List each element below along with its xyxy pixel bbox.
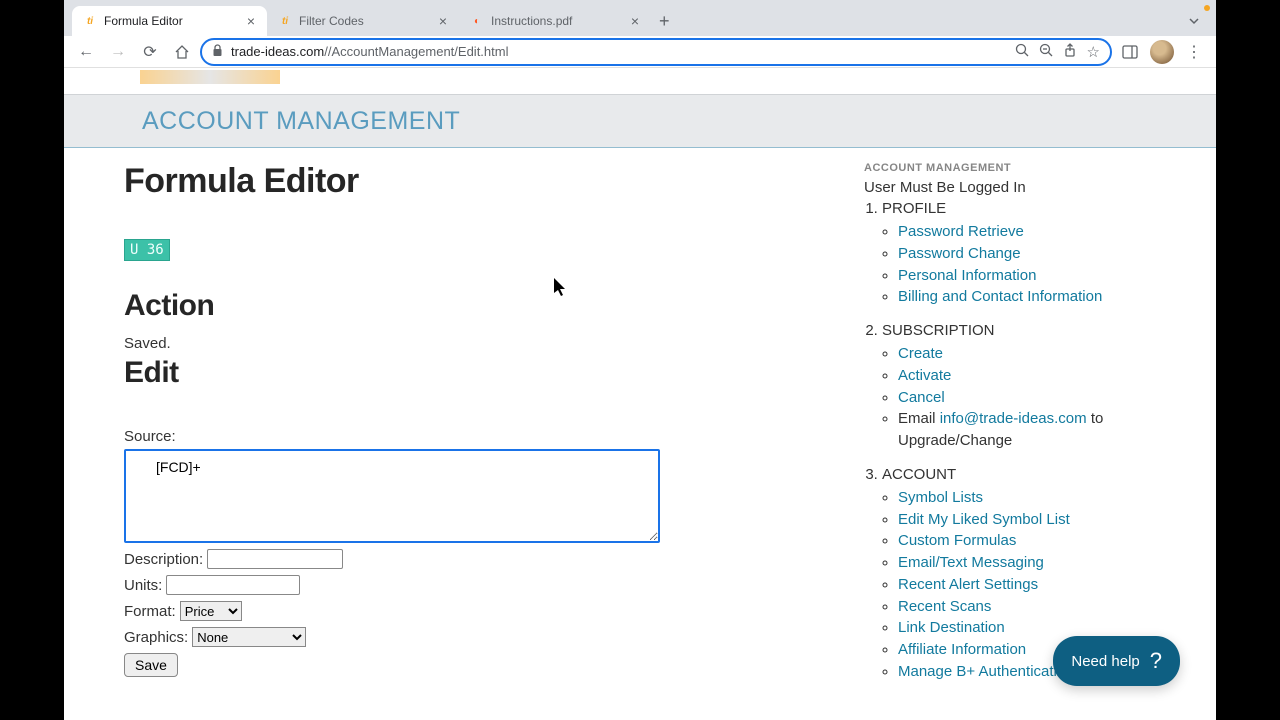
search-icon[interactable] [1015, 43, 1029, 61]
back-button[interactable]: ← [72, 38, 100, 66]
link-activate[interactable]: Activate [898, 367, 951, 384]
lock-icon [212, 44, 223, 60]
address-bar[interactable]: trade-ideas.com//AccountManagement/Edit.… [200, 38, 1112, 66]
source-label: Source: [124, 428, 784, 445]
graphics-select[interactable]: None [192, 627, 306, 647]
link-billing-info[interactable]: Billing and Contact Information [898, 288, 1102, 305]
forward-button[interactable]: → [104, 38, 132, 66]
tab-title: Filter Codes [299, 14, 431, 28]
menu-icon[interactable]: ⋮ [1180, 38, 1208, 66]
link-password-change[interactable]: Password Change [898, 245, 1021, 262]
sidebar-section-profile: PROFILE Password Retrieve Password Chang… [882, 200, 1216, 308]
tab-formula-editor[interactable]: ti Formula Editor × [72, 6, 267, 36]
logo-icon [140, 70, 280, 84]
browser-toolbar: ← → ⟳ trade-ideas.com//AccountManagement… [64, 36, 1216, 68]
profile-avatar[interactable] [1148, 38, 1176, 66]
edit-heading: Edit [124, 356, 784, 390]
sidebar-email-item: Email info@trade-ideas.com to Upgrade/Ch… [898, 408, 1216, 452]
units-label: Units: [124, 577, 162, 594]
star-icon[interactable]: ☆ [1087, 43, 1100, 61]
status-saved: Saved. [124, 335, 784, 352]
home-button[interactable] [168, 38, 196, 66]
units-input[interactable] [166, 575, 300, 595]
tab-strip: ti Formula Editor × ti Filter Codes × ◐ … [64, 0, 1216, 36]
link-create[interactable]: Create [898, 345, 943, 362]
tab-title: Instructions.pdf [491, 14, 623, 28]
account-management-bar: ACCOUNT MANAGEMENT [64, 94, 1216, 148]
new-tab-button[interactable]: + [651, 7, 678, 36]
description-label: Description: [124, 551, 203, 568]
reload-button[interactable]: ⟳ [136, 38, 164, 66]
question-icon: ? [1150, 648, 1162, 674]
action-heading: Action [124, 289, 784, 323]
description-input[interactable] [207, 549, 343, 569]
link-email[interactable]: info@trade-ideas.com [940, 410, 1087, 427]
source-input[interactable] [124, 449, 660, 543]
page-title: Formula Editor [124, 162, 784, 201]
help-label: Need help [1071, 653, 1139, 670]
link-email-text[interactable]: Email/Text Messaging [898, 554, 1044, 571]
link-custom-formulas[interactable]: Custom Formulas [898, 532, 1016, 549]
side-panel-icon[interactable] [1116, 38, 1144, 66]
close-icon[interactable]: × [245, 11, 257, 31]
tab-filter-codes[interactable]: ti Filter Codes × [267, 6, 459, 36]
share-icon[interactable] [1063, 43, 1077, 61]
sidebar-section-subscription: SUBSCRIPTION Create Activate Cancel Emai… [882, 322, 1216, 452]
save-button[interactable]: Save [124, 653, 178, 677]
ti-favicon: ti [82, 13, 98, 29]
sidebar-note: User Must Be Logged In [864, 179, 1216, 196]
page-content: ACCOUNT MANAGEMENT Formula Editor U 36 A… [64, 68, 1216, 720]
close-icon[interactable]: × [437, 11, 449, 31]
link-recent-scans[interactable]: Recent Scans [898, 598, 991, 615]
logo-area [64, 68, 1216, 94]
acct-bar-title: ACCOUNT MANAGEMENT [142, 107, 460, 136]
need-help-button[interactable]: Need help ? [1053, 636, 1180, 686]
sidebar-heading: ACCOUNT MANAGEMENT [864, 162, 1216, 174]
zoom-icon[interactable] [1039, 43, 1053, 61]
link-edit-liked[interactable]: Edit My Liked Symbol List [898, 511, 1070, 528]
link-cancel[interactable]: Cancel [898, 389, 945, 406]
pdf-favicon: ◐ [469, 13, 485, 29]
link-password-retrieve[interactable]: Password Retrieve [898, 223, 1024, 240]
format-label: Format: [124, 603, 176, 620]
link-recent-alert[interactable]: Recent Alert Settings [898, 576, 1038, 593]
cursor-icon [554, 278, 570, 303]
ti-favicon: ti [277, 13, 293, 29]
format-select[interactable]: Price [180, 601, 242, 621]
tabs-dropdown-icon[interactable] [1184, 10, 1204, 36]
link-symbol-lists[interactable]: Symbol Lists [898, 489, 983, 506]
link-personal-info[interactable]: Personal Information [898, 267, 1036, 284]
tab-instructions[interactable]: ◐ Instructions.pdf × [459, 6, 651, 36]
link-destination[interactable]: Link Destination [898, 619, 1005, 636]
tab-title: Formula Editor [104, 14, 239, 28]
close-icon[interactable]: × [629, 11, 641, 31]
formula-badge[interactable]: U 36 [124, 239, 170, 261]
sidebar-nav: ACCOUNT MANAGEMENT User Must Be Logged I… [804, 156, 1216, 697]
url-text: trade-ideas.com//AccountManagement/Edit.… [231, 44, 508, 59]
graphics-label: Graphics: [124, 629, 188, 646]
link-affiliate[interactable]: Affiliate Information [898, 641, 1026, 658]
